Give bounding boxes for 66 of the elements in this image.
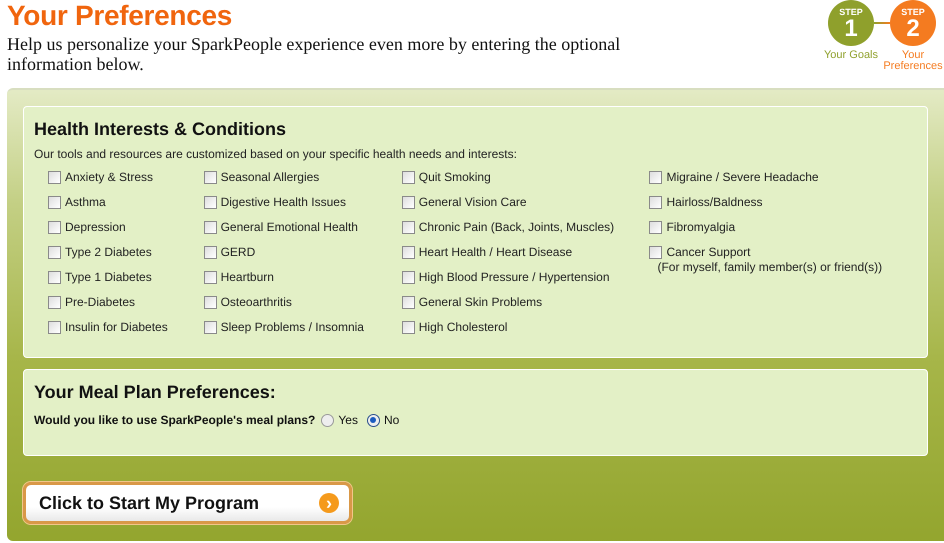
- checkbox[interactable]: [48, 320, 61, 334]
- checkbox-label[interactable]: Heart Health / Heart Disease: [418, 245, 572, 259]
- checkbox[interactable]: [48, 170, 61, 184]
- checkbox[interactable]: [402, 170, 415, 184]
- checkbox-label[interactable]: GERD: [220, 245, 256, 259]
- checkbox-label[interactable]: Chronic Pain (Back, Joints, Muscles): [418, 220, 614, 234]
- checkbox[interactable]: [48, 270, 61, 284]
- checkbox-label[interactable]: Type 1 Diabetes: [65, 270, 152, 284]
- checkbox[interactable]: [48, 246, 61, 258]
- checkbox[interactable]: [402, 246, 415, 258]
- checkbox[interactable]: [204, 170, 217, 184]
- checkbox-label[interactable]: High Cholesterol: [418, 320, 508, 334]
- checkbox-label[interactable]: Insulin for Diabetes: [65, 320, 168, 334]
- checkbox-label[interactable]: Quit Smoking: [418, 170, 491, 184]
- checkbox-label[interactable]: Heartburn: [220, 270, 274, 284]
- start-button[interactable]: Click to Start My Program ›: [23, 482, 352, 524]
- checkbox-label[interactable]: Digestive Health Issues: [220, 195, 346, 209]
- checkbox-label[interactable]: Seasonal Allergies: [220, 170, 320, 184]
- checkbox-label[interactable]: Asthma: [65, 195, 106, 209]
- section-heading: Your Meal Plan Preferences:: [34, 382, 277, 402]
- checkbox-label[interactable]: Cancer Support: [666, 245, 750, 259]
- checkbox-label[interactable]: High Blood Pressure / Hypertension: [418, 270, 610, 284]
- checkbox-label[interactable]: Pre-Diabetes: [65, 295, 136, 309]
- checkbox[interactable]: [649, 170, 662, 184]
- checkbox[interactable]: [204, 296, 217, 308]
- checkbox[interactable]: [402, 296, 415, 308]
- radio-button[interactable]: [321, 414, 334, 426]
- checkbox[interactable]: [204, 320, 217, 334]
- checkbox-label[interactable]: Fibromyalgia: [666, 220, 736, 234]
- radio-label[interactable]: Yes: [338, 413, 358, 427]
- checkbox[interactable]: [402, 220, 415, 234]
- step-label: Your Goals: [822, 50, 880, 61]
- radio-label[interactable]: No: [384, 413, 400, 427]
- checkbox[interactable]: [48, 196, 61, 208]
- checkbox-label[interactable]: Depression: [65, 220, 126, 234]
- checkbox-label[interactable]: Hairloss/Baldness: [666, 195, 762, 209]
- section-description: Our tools and resources are customized based on your specific health needs and interests:: [34, 147, 518, 161]
- checkbox[interactable]: [402, 320, 415, 334]
- checkbox[interactable]: [204, 220, 217, 234]
- checkbox[interactable]: [649, 220, 662, 234]
- page-title: Your Preferences: [7, 0, 234, 32]
- checkbox[interactable]: [48, 220, 61, 234]
- intro-text: Help us personalize your SparkPeople experience even more by entering the optional information below.: [7, 34, 622, 74]
- step-label: Your Preferences: [883, 50, 943, 72]
- option-note: (For myself, family member(s) or friend(s)): [657, 260, 884, 274]
- checkbox[interactable]: [649, 246, 662, 258]
- checkbox[interactable]: [402, 196, 415, 208]
- checkbox-label[interactable]: Anxiety & Stress: [65, 170, 154, 184]
- checkbox[interactable]: [204, 270, 217, 284]
- checkbox-label[interactable]: Type 2 Diabetes: [65, 245, 152, 259]
- checkbox[interactable]: [649, 196, 662, 208]
- checkbox-label[interactable]: General Skin Problems: [418, 295, 542, 309]
- checkbox-label[interactable]: General Vision Care: [418, 195, 527, 209]
- checkbox[interactable]: [204, 196, 217, 208]
- step-circle: STEP 2: [890, 0, 936, 46]
- question-text: Would you like to use SparkPeople's meal plans?: [34, 413, 316, 427]
- checkbox-label[interactable]: Osteoarthritis: [220, 295, 292, 309]
- checkbox-label[interactable]: Migraine / Severe Headache: [666, 170, 819, 184]
- checkbox-label[interactable]: General Emotional Health: [220, 220, 358, 234]
- checkbox[interactable]: [402, 270, 415, 284]
- checkbox-label[interactable]: Sleep Problems / Insomnia: [220, 320, 364, 334]
- step-circle: STEP 1: [828, 0, 874, 46]
- checkbox[interactable]: [204, 246, 217, 258]
- radio-button[interactable]: [366, 414, 380, 426]
- checkbox[interactable]: [48, 296, 61, 308]
- section-heading: Health Interests & Conditions: [34, 119, 288, 139]
